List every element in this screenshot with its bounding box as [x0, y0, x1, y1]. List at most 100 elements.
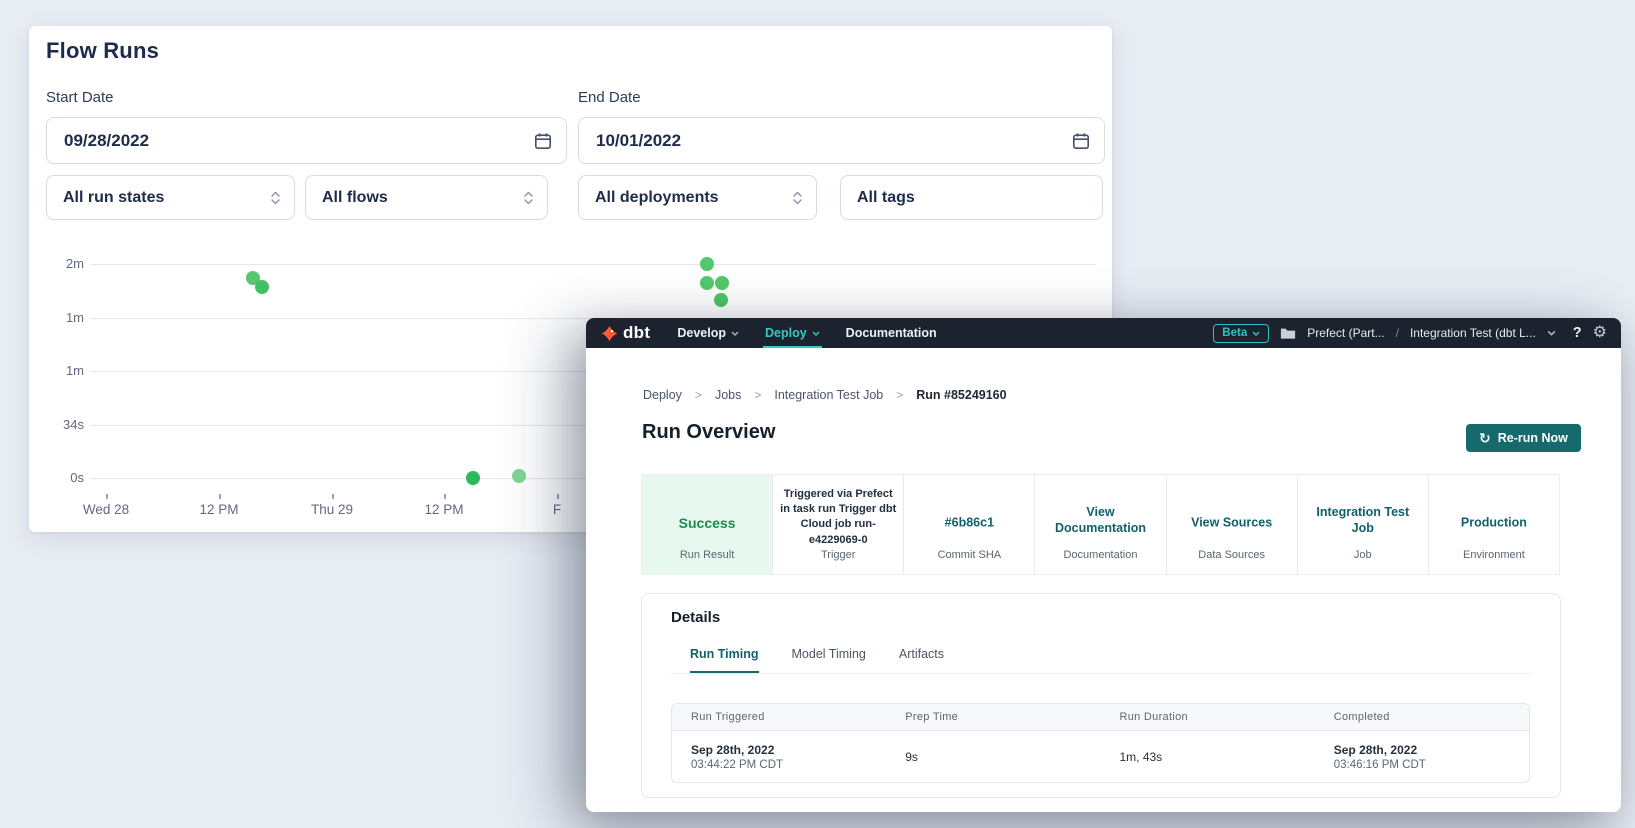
flow-run-dot[interactable]: [700, 257, 714, 271]
card-documentation: View Documentation Documentation: [1035, 475, 1166, 574]
card-label: Commit SHA: [904, 549, 1034, 561]
col-run-triggered: Run Triggered: [672, 704, 886, 730]
card-trigger: Triggered via Prefect in task run Trigge…: [773, 475, 904, 574]
calendar-icon[interactable]: [1072, 132, 1090, 150]
chevron-down-icon[interactable]: [1547, 330, 1556, 336]
card-label: Data Sources: [1167, 549, 1297, 561]
card-data-sources: View Sources Data Sources: [1167, 475, 1298, 574]
x-axis-tick: 12 PM: [424, 502, 463, 517]
view-documentation-link[interactable]: View Documentation: [1035, 504, 1165, 538]
cell-run-duration: 1m, 43s: [1101, 731, 1315, 783]
nav-documentation-label: Documentation: [846, 326, 937, 340]
breadcrumb-deploy[interactable]: Deploy: [643, 388, 682, 402]
rerun-now-button[interactable]: ↻ Re-run Now: [1466, 424, 1581, 452]
prep-time-value: 9s: [905, 750, 1100, 764]
cell-prep-time: 9s: [886, 731, 1100, 783]
tab-model-timing[interactable]: Model Timing: [792, 647, 866, 674]
card-job: Integration Test Job Job: [1298, 475, 1429, 574]
tags-value: All tags: [857, 189, 1089, 207]
dbt-logo[interactable]: dbt: [601, 323, 650, 343]
refresh-icon: ↻: [1479, 431, 1491, 445]
flow-run-dot[interactable]: [714, 293, 728, 307]
dbt-top-navbar: dbt Develop Deploy Documentation Beta Pr…: [586, 318, 1621, 348]
trigger-value: Triggered via Prefect in task run Trigge…: [773, 486, 903, 548]
deployments-value: All deployments: [595, 189, 792, 207]
x-axis-tickmark: [106, 494, 108, 499]
card-commit-sha: #6b86c1 Commit SHA: [904, 475, 1035, 574]
beta-dropdown[interactable]: Beta: [1213, 324, 1269, 343]
run-states-select[interactable]: All run states: [46, 175, 295, 220]
help-icon[interactable]: ?: [1573, 325, 1582, 341]
cell-completed: Sep 28th, 2022 03:46:16 PM CDT: [1315, 731, 1529, 783]
commit-sha-link[interactable]: #6b86c1: [904, 514, 1034, 531]
run-states-value: All run states: [63, 189, 270, 207]
table-row: Sep 28th, 2022 03:44:22 PM CDT 9s 1m, 43…: [672, 731, 1529, 783]
breadcrumb-separator: >: [754, 388, 761, 402]
gridline: [90, 264, 1096, 265]
breadcrumb-run-id: Run #85249160: [916, 388, 1006, 402]
start-date-input[interactable]: 09/28/2022: [46, 117, 567, 164]
flow-runs-title: Flow Runs: [46, 38, 159, 64]
select-chevrons-icon: [270, 190, 281, 206]
flow-run-dot[interactable]: [700, 276, 714, 290]
environment-link[interactable]: Production: [1429, 514, 1559, 531]
x-axis-tick: 12 PM: [199, 502, 238, 517]
run-triggered-time: 03:44:22 PM CDT: [691, 759, 886, 771]
end-date-label: End Date: [578, 89, 641, 106]
run-summary-cards: Success Run Result Triggered via Prefect…: [641, 474, 1560, 575]
job-link[interactable]: Integration Test Job: [1298, 504, 1428, 538]
tabs-divider: [671, 673, 1531, 674]
tab-artifacts[interactable]: Artifacts: [899, 647, 944, 674]
nav-documentation[interactable]: Documentation: [846, 318, 937, 348]
nav-deploy[interactable]: Deploy: [765, 318, 820, 348]
end-date-input[interactable]: 10/01/2022: [578, 117, 1105, 164]
dbt-flame-icon: [601, 325, 618, 342]
col-completed: Completed: [1315, 704, 1529, 730]
flow-run-dot[interactable]: [715, 276, 729, 290]
view-sources-link[interactable]: View Sources: [1167, 514, 1297, 531]
select-chevrons-icon: [792, 190, 803, 206]
x-axis-tick: F: [553, 502, 561, 517]
table-header-row: Run Triggered Prep Time Run Duration Com…: [672, 704, 1529, 731]
breadcrumb-job-name[interactable]: Integration Test Job: [774, 388, 883, 402]
gear-icon[interactable]: ⚙: [1593, 325, 1607, 341]
x-axis-tick: Thu 29: [311, 502, 353, 517]
card-run-result: Success Run Result: [642, 475, 773, 574]
calendar-icon[interactable]: [534, 132, 552, 150]
deployments-select[interactable]: All deployments: [578, 175, 817, 220]
flow-run-dot[interactable]: [255, 280, 269, 294]
x-axis-tick: Wed 28: [83, 502, 129, 517]
flows-select[interactable]: All flows: [305, 175, 548, 220]
nav-develop[interactable]: Develop: [677, 318, 739, 348]
y-axis-tick: 1m: [46, 363, 84, 378]
environment-breadcrumb[interactable]: Integration Test (dbt L...: [1410, 326, 1536, 340]
card-label: Documentation: [1035, 549, 1165, 561]
y-axis-tick: 1m: [46, 310, 84, 325]
x-axis-tickmark: [557, 494, 559, 499]
breadcrumb-jobs[interactable]: Jobs: [715, 388, 741, 402]
flow-run-dot[interactable]: [512, 469, 526, 483]
dbt-cloud-window: dbt Develop Deploy Documentation Beta Pr…: [586, 318, 1621, 812]
x-axis-tickmark: [444, 494, 446, 499]
breadcrumb-separator: >: [695, 388, 702, 402]
project-breadcrumb[interactable]: Prefect (Part...: [1307, 326, 1384, 340]
run-triggered-date: Sep 28th, 2022: [691, 743, 886, 757]
y-axis-tick: 2m: [46, 256, 84, 271]
x-axis-tickmark: [332, 494, 334, 499]
run-result-value: Success: [642, 515, 772, 531]
nav-deploy-label: Deploy: [765, 326, 807, 340]
cell-run-triggered: Sep 28th, 2022 03:44:22 PM CDT: [672, 731, 886, 783]
card-environment: Production Environment: [1429, 475, 1559, 574]
breadcrumb: Deploy > Jobs > Integration Test Job > R…: [643, 388, 1007, 402]
completed-date: Sep 28th, 2022: [1334, 743, 1529, 757]
flow-run-dot[interactable]: [466, 471, 480, 485]
y-axis-tick: 0s: [46, 470, 84, 485]
card-label: Job: [1298, 549, 1428, 561]
tab-run-timing[interactable]: Run Timing: [690, 647, 759, 674]
details-tabs: Run Timing Model Timing Artifacts: [690, 647, 944, 674]
tags-select[interactable]: All tags: [840, 175, 1103, 220]
x-axis-tickmark: [219, 494, 221, 499]
start-date-value: 09/28/2022: [64, 131, 534, 151]
page-title: Run Overview: [642, 421, 775, 444]
folder-icon: [1280, 327, 1296, 340]
